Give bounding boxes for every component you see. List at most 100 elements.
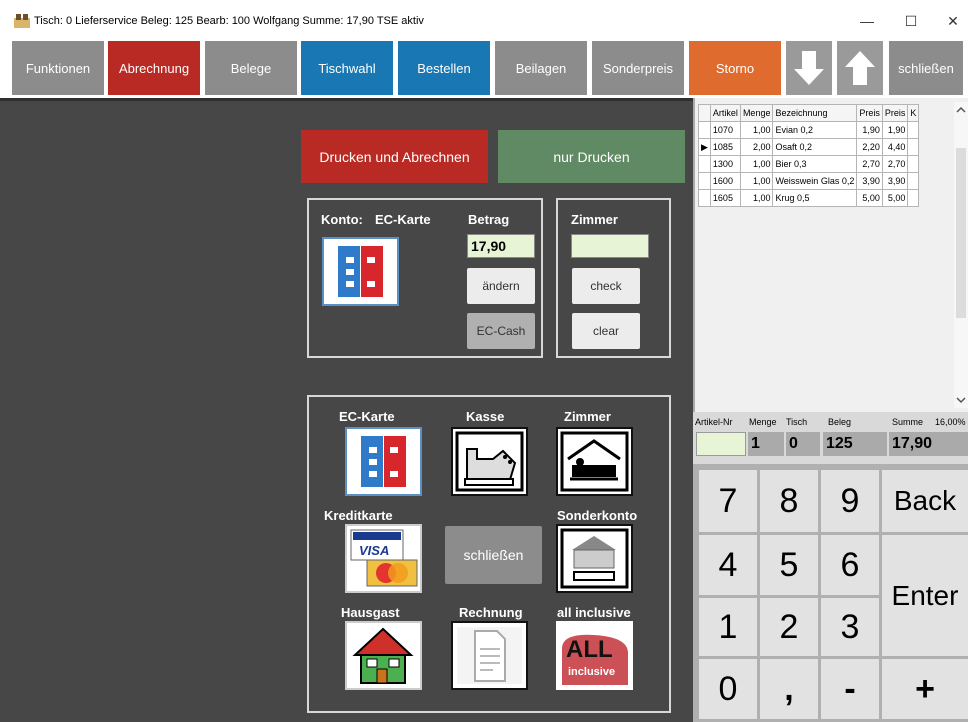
tischwahl-button[interactable]: Tischwahl [301,41,393,95]
preis-cell: 3,90 [856,172,883,190]
column-header[interactable]: Menge [739,104,774,122]
key-3[interactable]: 3 [821,598,879,656]
key-0[interactable]: 0 [699,659,757,719]
kreditkarte-tile[interactable]: VISA [345,524,422,593]
items-header-row: Artikel Menge Bezeichnung Preis Preis K [698,104,920,122]
visa-text: VISA [359,543,389,558]
column-header[interactable]: Preis [856,104,883,122]
vertical-scrollbar[interactable] [954,102,968,408]
check-button[interactable]: check [572,268,640,304]
row-indicator-header [698,104,711,122]
kreditkarte-label: Kreditkarte [324,508,393,523]
kasse-tile[interactable] [451,427,528,496]
storno-button[interactable]: Storno [689,41,781,95]
nur-drucken-button[interactable]: nur Drucken [498,130,685,183]
betrag-label: Betrag [468,212,510,227]
sonderpreis-button[interactable]: Sonderpreis [592,41,684,95]
ec-karte-tile[interactable] [345,427,422,496]
rechnung-tile[interactable] [451,621,528,690]
key-6[interactable]: 6 [821,535,879,595]
scroll-down-button[interactable] [786,41,832,95]
clear-button[interactable]: clear [572,313,640,349]
sonderkonto-label: Sonderkonto [557,508,638,523]
artikel-cell: 1085 [709,138,741,156]
zimmer-frame: Zimmer check clear [556,198,671,358]
table-row[interactable]: ▶ 1085 2,00 Osaft 0,2 2,20 4,40 [698,138,920,156]
inclusive-logo-text: inclusive [568,666,615,678]
plus-key[interactable]: + [882,659,968,719]
summe-value: 17,90 [889,432,968,456]
key-4[interactable]: 4 [699,535,757,595]
all-logo-text: ALL [566,636,613,663]
table-row[interactable]: 1605 1,00 Krug 0,5 5,00 5,00 [698,189,920,207]
betrag-field[interactable]: 17,90 [467,234,535,258]
bezeichnung-cell: Krug 0,5 [772,189,858,207]
key-2[interactable]: 2 [760,598,818,656]
preis-total-cell: 3,90 [881,172,909,190]
beilagen-button[interactable]: Beilagen [495,41,587,95]
menge-cell: 1,00 [739,172,774,190]
app-icon [14,14,30,28]
k-cell [907,155,920,173]
column-header[interactable]: Bezeichnung [772,104,858,122]
key-7[interactable]: 7 [699,470,757,532]
hausgast-label: Hausgast [341,605,400,620]
zimmer-field[interactable] [571,234,649,258]
summary-bar: Artikel-Nr Menge Tisch Beleg Summe 16,00… [693,412,968,464]
key-1[interactable]: 1 [699,598,757,656]
sonderkonto-tile[interactable] [556,524,633,593]
abrechnung-button[interactable]: Abrechnung [108,41,200,95]
menge-label: Menge [749,417,777,427]
menge-cell: 1,00 [739,121,774,139]
artikel-nr-field[interactable] [696,432,746,456]
scrollbar-thumb[interactable] [956,148,966,318]
ec-logo-icon [336,244,385,299]
back-key[interactable]: Back [882,470,968,532]
maximize-button[interactable]: ☐ [896,8,926,34]
all-inclusive-tile[interactable]: ALL inclusive [556,621,633,690]
zimmer-method-label: Zimmer [564,409,611,424]
preis-cell: 5,00 [856,189,883,207]
key-5[interactable]: 5 [760,535,818,595]
table-row[interactable]: 1070 1,00 Evian 0,2 1,90 1,90 [698,121,920,139]
key-9[interactable]: 9 [821,470,879,532]
beleg-value: 125 [823,432,887,456]
konto-label: Konto: [321,212,363,227]
artikel-cell: 1300 [709,155,741,173]
kasse-label: Kasse [466,409,505,424]
table-row[interactable]: 1300 1,00 Bier 0,3 2,70 2,70 [698,155,920,173]
scroll-up-button[interactable] [837,41,883,95]
ec-cash-button[interactable]: EC-Cash [467,313,535,349]
column-header[interactable]: Preis [881,104,909,122]
funktionen-button[interactable]: Funktionen [12,41,104,95]
beleg-label: Beleg [828,417,852,427]
zimmer-tile[interactable] [556,427,633,496]
column-header[interactable]: K [907,104,920,122]
key-8[interactable]: 8 [760,470,818,532]
schliessen-button[interactable]: schließen [889,41,963,95]
schliessen-methods-button[interactable]: schließen [445,526,542,584]
credit-cards-icon: VISA [350,529,418,587]
column-header[interactable]: Artikel [709,104,741,122]
ec-karte-logo [322,237,399,306]
preis-total-cell: 2,70 [881,155,909,173]
row-indicator [698,121,711,139]
scroll-up-arrow-icon [956,106,966,113]
close-window-button[interactable]: ✕ [938,8,968,34]
table-row[interactable]: 1600 1,00 Weisswein Glas 0,2 3,90 3,90 [698,172,920,190]
order-items-grid: Artikel Menge Bezeichnung Preis Preis K … [693,98,968,412]
minimize-button[interactable]: — [852,8,882,34]
comma-key[interactable]: , [760,659,818,719]
rechnung-label: Rechnung [459,605,523,620]
aendern-button[interactable]: ändern [467,268,535,304]
bestellen-button[interactable]: Bestellen [398,41,490,95]
hausgast-tile[interactable] [345,621,422,690]
all-inclusive-logo-icon: ALL inclusive [560,625,629,686]
belege-button[interactable]: Belege [205,41,297,95]
minus-key[interactable]: - [821,659,879,719]
toolbar: Funktionen Abrechnung Belege Tischwahl B… [0,38,968,98]
drucken-und-abrechnen-button[interactable]: Drucken und Abrechnen [301,130,488,183]
bezeichnung-cell: Osaft 0,2 [772,138,858,156]
enter-key[interactable]: Enter [882,535,968,656]
all-inclusive-label: all inclusive [557,605,631,620]
